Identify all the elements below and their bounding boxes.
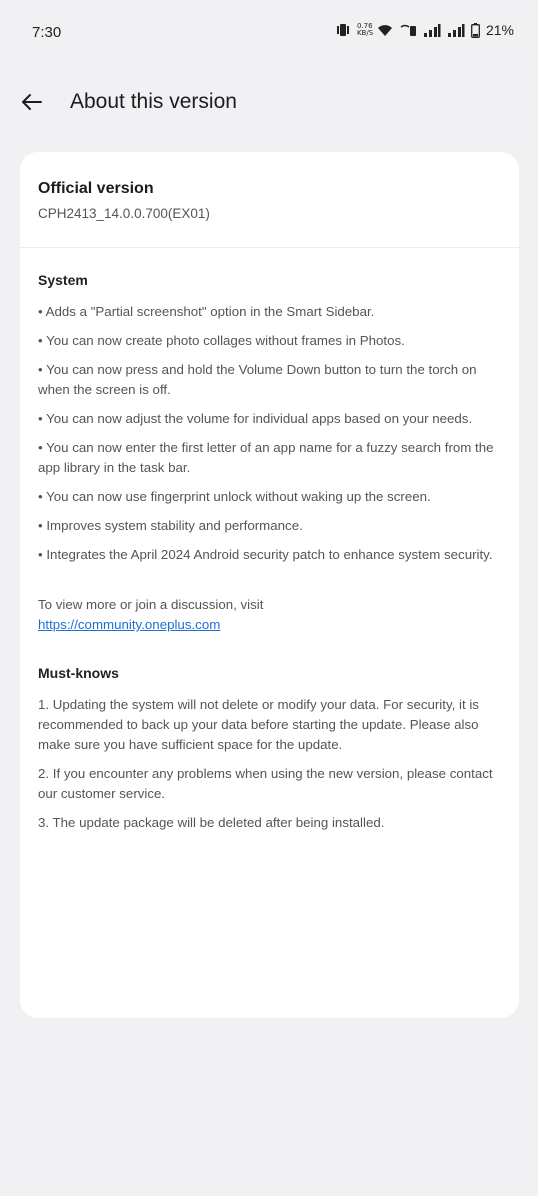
signal-icon (423, 23, 441, 37)
version-title: Official version (38, 180, 154, 197)
page-title: About this version (70, 90, 237, 113)
version-code: CPH2413_14.0.0.700(EX01) (38, 206, 210, 221)
volte-icon (399, 24, 417, 37)
arrow-left-icon (22, 94, 42, 110)
list-item: • Improves system stability and performa… (38, 518, 303, 533)
version-card: Official version CPH2413_14.0.0.700(EX01… (20, 152, 519, 1018)
list-item: • Integrates the April 2024 Android secu… (38, 547, 493, 562)
discussion-note: To view more or join a discussion, visit… (38, 595, 501, 635)
list-item: • You can now enter the first letter of … (38, 440, 494, 475)
discussion-text: To view more or join a discussion, visit (38, 597, 264, 612)
list-item: • You can now create photo collages with… (38, 333, 405, 348)
list-item: • You can now adjust the volume for indi… (38, 411, 473, 426)
list-item: • You can now use fingerprint unlock wit… (38, 489, 431, 504)
back-button[interactable] (18, 88, 46, 116)
must-knows-title: Must-knows (38, 665, 119, 681)
version-header: Official version CPH2413_14.0.0.700(EX01… (20, 152, 519, 248)
app-bar: About this version (0, 78, 538, 126)
list-item: 2. If you encounter any problems when us… (38, 766, 493, 801)
status-icons: 0.76 KB/S 21% (335, 22, 514, 38)
community-link[interactable]: https://community.oneplus.com (38, 615, 501, 635)
list-item: 3. The update package will be deleted af… (38, 815, 385, 830)
list-item: • Adds a "Partial screenshot" option in … (38, 304, 375, 319)
list-item: 1. Updating the system will not delete o… (38, 697, 479, 752)
battery-level: 21% (485, 22, 514, 38)
list-item: • You can now press and hold the Volume … (38, 362, 477, 397)
status-bar: 7:30 0.76 KB/S 21% (0, 0, 538, 64)
status-time: 7:30 (32, 24, 62, 41)
wifi-icon (377, 24, 393, 37)
release-notes: System • Adds a "Partial screenshot" opt… (20, 248, 519, 833)
signal-icon (447, 23, 465, 37)
system-section-title: System (38, 272, 88, 288)
vibrate-icon (335, 23, 351, 37)
net-speed: 0.76 KB/S (356, 22, 374, 37)
battery-icon (471, 22, 480, 38)
